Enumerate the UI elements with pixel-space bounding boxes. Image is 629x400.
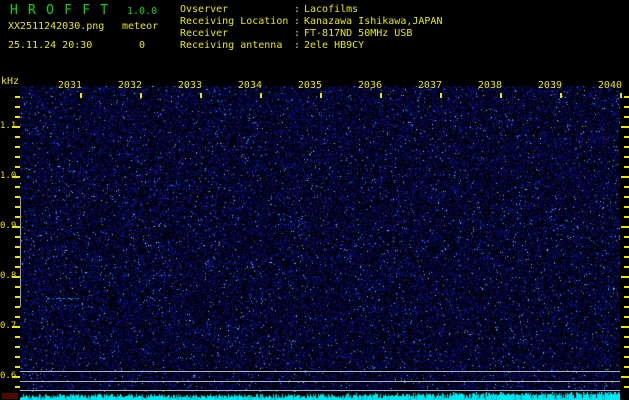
y-tick-minor-right [624,336,629,338]
app-title: H R O F F T [10,4,109,18]
y-tick-label: 1.1 [0,121,13,131]
y-tick-major-left [12,376,20,378]
y-tick-minor-right [624,366,629,368]
y-tick-minor-right [624,296,629,298]
y-tick-major-right [621,126,629,128]
info-separator: : [294,4,304,16]
y-tick-minor-right [624,306,629,308]
y-tick-major-right [621,326,629,328]
y-tick-minor-right [624,116,629,118]
y-tick-minor-right [624,266,629,268]
y-tick-label: 0.9 [0,221,13,231]
info-label: Ovserver [180,4,294,16]
y-tick-minor-right [624,106,629,108]
y-tick-minor-right [624,166,629,168]
y-tick-minor-right [624,216,629,218]
hrofft-output: H R O F F T 1.0.0 XX2511242030.png meteo… [0,0,629,400]
y-tick-minor-right [624,196,629,198]
y-tick-minor-right [624,136,629,138]
info-label: Receiving Location [180,16,294,28]
station-info-row: Receiving Location: Kanazawa Ishikawa,JAP… [180,16,442,28]
info-separator: : [294,40,304,52]
y-tick-minor-right [624,246,629,248]
y-tick-major-left [12,176,20,178]
output-filename: XX2511242030.png [8,21,104,32]
left-edge-marker [20,197,21,307]
spectrogram-canvas [20,86,620,392]
station-info-row: Receiver: FT-817ND 50MHz USB [180,28,442,40]
y-tick-minor-right [624,96,629,98]
info-value: 2ele HB9CY [304,40,364,52]
y-tick-minor-right [624,146,629,148]
y-tick-major-right [621,176,629,178]
info-value: Lacofilms [304,4,358,16]
y-tick-minor-right [624,346,629,348]
y-tick-minor-right [624,236,629,238]
reference-line-upper [20,371,620,372]
y-tick-label: 0.8 [0,271,13,281]
y-tick-minor-right [624,316,629,318]
info-separator: : [294,16,304,28]
info-value: Kanazawa Ishikawa,JAPAN [304,16,442,28]
y-tick-major-left [12,226,20,228]
datetime-label: 25.11.24 20:30 [8,40,92,51]
station-info-row: Ovserver: Lacofilms [180,4,442,16]
y-tick-minor-right [624,286,629,288]
info-label: Receiver [180,28,294,40]
y-tick-label: 1.0 [0,171,13,181]
x-tick [620,93,622,98]
y-axis-unit-label: kHz [1,76,19,87]
reference-line-middle [20,381,620,382]
y-tick-major-left [12,126,20,128]
y-tick-label: 0.7 [0,321,13,331]
meteor-count: 0 [139,40,145,51]
info-value: FT-817ND 50MHz USB [304,28,412,40]
y-tick-minor-right [624,156,629,158]
app-version: 1.0.0 [127,6,157,17]
station-info: Ovserver: Lacofilms Receiving Location: Kan… [180,4,442,52]
y-tick-label: 0.6 [0,371,13,381]
info-separator: : [294,28,304,40]
y-tick-major-right [621,226,629,228]
y-tick-major-right [621,276,629,278]
y-tick-minor-right [624,256,629,258]
y-tick-minor-right [624,386,629,388]
signal-level-strip [20,392,620,400]
y-tick-minor-right [624,186,629,188]
info-label: Receiving antenna [180,40,294,52]
y-tick-major-left [12,276,20,278]
corner-marker [2,393,18,399]
y-tick-minor-right [624,356,629,358]
station-info-row: Receiving antenna:2ele HB9CY [180,40,442,52]
y-tick-major-right [621,376,629,378]
mode-label: meteor [122,21,158,32]
y-tick-major-left [12,326,20,328]
reference-line-lower [20,390,620,391]
y-tick-minor-right [624,206,629,208]
